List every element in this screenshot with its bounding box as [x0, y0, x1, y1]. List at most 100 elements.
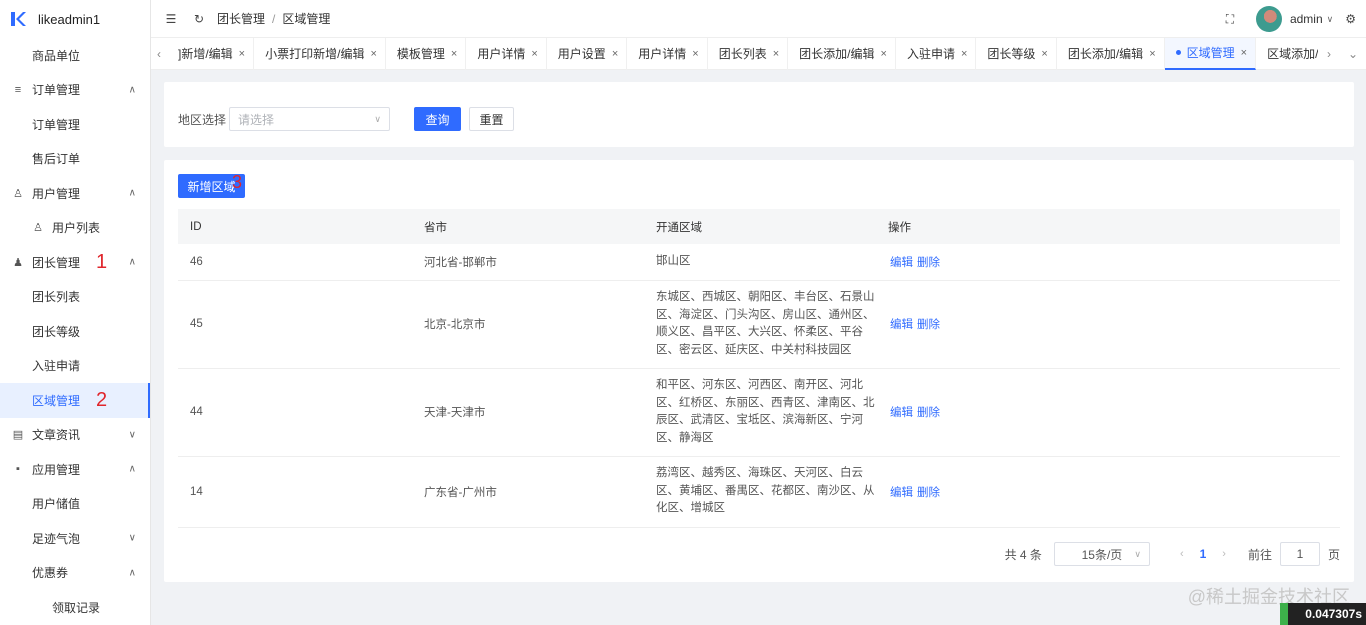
timer-badge: 0.047307s	[1288, 603, 1366, 625]
sidebar-item[interactable]: 足迹气泡 ∨	[0, 521, 150, 556]
cell-id: 14	[178, 456, 412, 528]
tabs-bar: ‹ ]新增/编辑 × 小票打印新增/编辑 × 模板管理 × 用户详情 × 用户设置 × 用户详情 × 团…	[151, 37, 1366, 70]
close-icon[interactable]: ×	[451, 48, 457, 60]
tab[interactable]: 团长列表 ×	[708, 37, 789, 70]
sidebar-item-label: 订单管理	[32, 83, 81, 98]
close-icon[interactable]: ×	[612, 48, 618, 60]
sidebar-item[interactable]: ≡ 订单管理 ∧	[0, 73, 150, 108]
sidebar-item[interactable]: ▪ 应用管理 ∧	[0, 452, 150, 487]
goto-label: 前往	[1247, 547, 1272, 562]
sidebar-item[interactable]: 用户储值	[0, 487, 150, 522]
region-select[interactable]: 请选择 ∨	[229, 107, 390, 131]
close-icon[interactable]: ×	[239, 48, 245, 60]
breadcrumb-item[interactable]: 团长管理	[217, 10, 265, 27]
delete-link[interactable]: 删除	[917, 257, 940, 269]
tab[interactable]: 区域管理 ×	[1164, 37, 1257, 70]
sidebar-item[interactable]: ♙ 用户管理 ∧	[0, 176, 150, 211]
close-icon[interactable]: ×	[531, 48, 537, 60]
page-number[interactable]: 1	[1200, 547, 1207, 561]
tab[interactable]: 入驻申请 ×	[896, 37, 977, 70]
sidebar-item[interactable]: 区域管理 2	[0, 383, 150, 418]
tab-label: 模板管理	[396, 47, 445, 61]
tabs-scroll-right-icon[interactable]: ›	[1318, 47, 1340, 61]
sidebar-item[interactable]: 商品单位	[0, 38, 150, 73]
tab[interactable]: 团长等级 ×	[976, 37, 1057, 70]
sidebar-item-label: 团长管理	[32, 255, 81, 270]
header-right: ⛶ admin ∨ ⚙	[1216, 0, 1356, 38]
gear-icon[interactable]: ⚙	[1345, 12, 1356, 26]
tab[interactable]: 用户详情 ×	[627, 37, 708, 70]
edit-link[interactable]: 编辑	[890, 407, 913, 419]
next-page-icon[interactable]: ›	[1222, 548, 1226, 560]
sidebar-item-label: 订单管理	[32, 117, 81, 132]
avatar[interactable]	[1255, 6, 1282, 32]
sidebar-item[interactable]: 订单管理	[0, 107, 150, 142]
tabs-scroll-left-icon[interactable]: ‹	[151, 47, 167, 61]
cell-actions: 编辑 删除	[876, 456, 1340, 528]
tab[interactable]: 用户详情 ×	[466, 37, 547, 70]
sidebar-item[interactable]: ▤ 文章资讯 ∨	[0, 418, 150, 453]
chevron-down-icon: ∨	[1134, 548, 1141, 559]
tab[interactable]: 团长添加/编辑 ×	[1057, 37, 1165, 70]
close-icon[interactable]: ×	[1041, 48, 1047, 60]
close-icon[interactable]: ×	[961, 48, 967, 60]
list-icon: ≡	[14, 83, 22, 96]
table-card: 新增区域 3 ID 省市 开通区域 操作 46 河北省-邯郸市 邯山区 编辑 删除 45 北…	[164, 160, 1354, 582]
sidebar-item[interactable]: 团长列表	[0, 280, 150, 315]
tab[interactable]: 区域添加/编辑×	[1256, 38, 1318, 70]
refresh-icon[interactable]: ↻	[185, 12, 213, 26]
tab[interactable]: 用户设置 ×	[547, 37, 628, 70]
sidebar-item[interactable]: 售后订单	[0, 142, 150, 177]
apps-icon: ▪	[16, 463, 20, 476]
close-icon[interactable]: ×	[1149, 48, 1155, 60]
sidebar-item-label: 团长列表	[32, 290, 81, 305]
chevron-up-icon: ∧	[128, 84, 136, 96]
search-card: 地区选择 请选择 ∨ 查询 重置	[164, 82, 1354, 147]
active-dot-icon	[1175, 50, 1181, 55]
tab-label: 团长添加/编辑	[1067, 47, 1144, 61]
close-icon[interactable]: ×	[773, 48, 779, 60]
tab[interactable]: 模板管理 ×	[386, 37, 467, 70]
cell-regions: 东城区、西城区、朝阳区、丰台区、石景山区、海淀区、门头沟区、房山区、通州区、顺义…	[644, 280, 876, 369]
fullscreen-icon[interactable]: ⛶	[1216, 12, 1244, 27]
column-header: ID	[178, 209, 412, 244]
column-header: 操作	[876, 209, 1340, 244]
chevron-up-icon: ∧	[128, 463, 136, 475]
tab[interactable]: ]新增/编辑 ×	[167, 37, 255, 70]
close-icon[interactable]: ×	[881, 48, 887, 60]
close-icon[interactable]: ×	[1241, 47, 1247, 59]
tabs-menu-icon[interactable]: ⌄	[1340, 47, 1366, 61]
logo-row[interactable]: likeadmin1	[0, 0, 150, 38]
sidebar-item[interactable]: 入驻申请	[0, 349, 150, 384]
chevron-down-icon[interactable]: ∨	[1327, 14, 1334, 25]
prev-page-icon[interactable]: ‹	[1180, 548, 1184, 560]
user-outline-icon: ♙	[13, 187, 23, 200]
page-size-select[interactable]: 15条/页 ∨	[1053, 542, 1150, 566]
delete-link[interactable]: 删除	[917, 487, 940, 499]
sidebar-menu: 商品单位 ≡ 订单管理 ∧ 订单管理售后订单 ♙ 用户管理 ∧ ♙ 用户列表 ♟ 团长管理 1 ∧ 团长列表…	[0, 38, 150, 625]
collapse-menu-icon[interactable]: ☰	[157, 12, 185, 26]
delete-link[interactable]: 删除	[917, 319, 940, 331]
sidebar-item-label: 优惠券	[32, 566, 69, 581]
edit-link[interactable]: 编辑	[890, 319, 913, 331]
sidebar-item[interactable]: 团长等级	[0, 314, 150, 349]
sidebar-item[interactable]: 领取记录	[0, 590, 150, 625]
tab[interactable]: 团长添加/编辑 ×	[788, 37, 896, 70]
chevron-up-icon: ∧	[128, 567, 136, 579]
sidebar-item[interactable]: ♟ 团长管理 1 ∧	[0, 245, 150, 280]
cell-id: 45	[178, 280, 412, 369]
tab[interactable]: 小票打印新增/编辑 ×	[254, 37, 386, 70]
close-icon[interactable]: ×	[370, 48, 376, 60]
sidebar-item[interactable]: 优惠券 ∧	[0, 556, 150, 591]
goto-page-input[interactable]: 1	[1279, 542, 1320, 566]
edit-link[interactable]: 编辑	[890, 257, 913, 269]
edit-link[interactable]: 编辑	[890, 487, 913, 499]
delete-link[interactable]: 删除	[917, 407, 940, 419]
tab-list: ]新增/编辑 × 小票打印新增/编辑 × 模板管理 × 用户详情 × 用户设置 × 用户详情 × 团长列…	[167, 37, 1318, 70]
close-icon[interactable]: ×	[692, 48, 698, 60]
table-row: 14 广东省-广州市 荔湾区、越秀区、海珠区、天河区、白云区、黄埔区、番禺区、花都区…	[178, 456, 1340, 528]
user-name[interactable]: admin	[1290, 12, 1323, 26]
query-button[interactable]: 查询	[414, 107, 461, 131]
sidebar-item[interactable]: ♙ 用户列表	[0, 211, 150, 246]
reset-button[interactable]: 重置	[469, 107, 514, 131]
